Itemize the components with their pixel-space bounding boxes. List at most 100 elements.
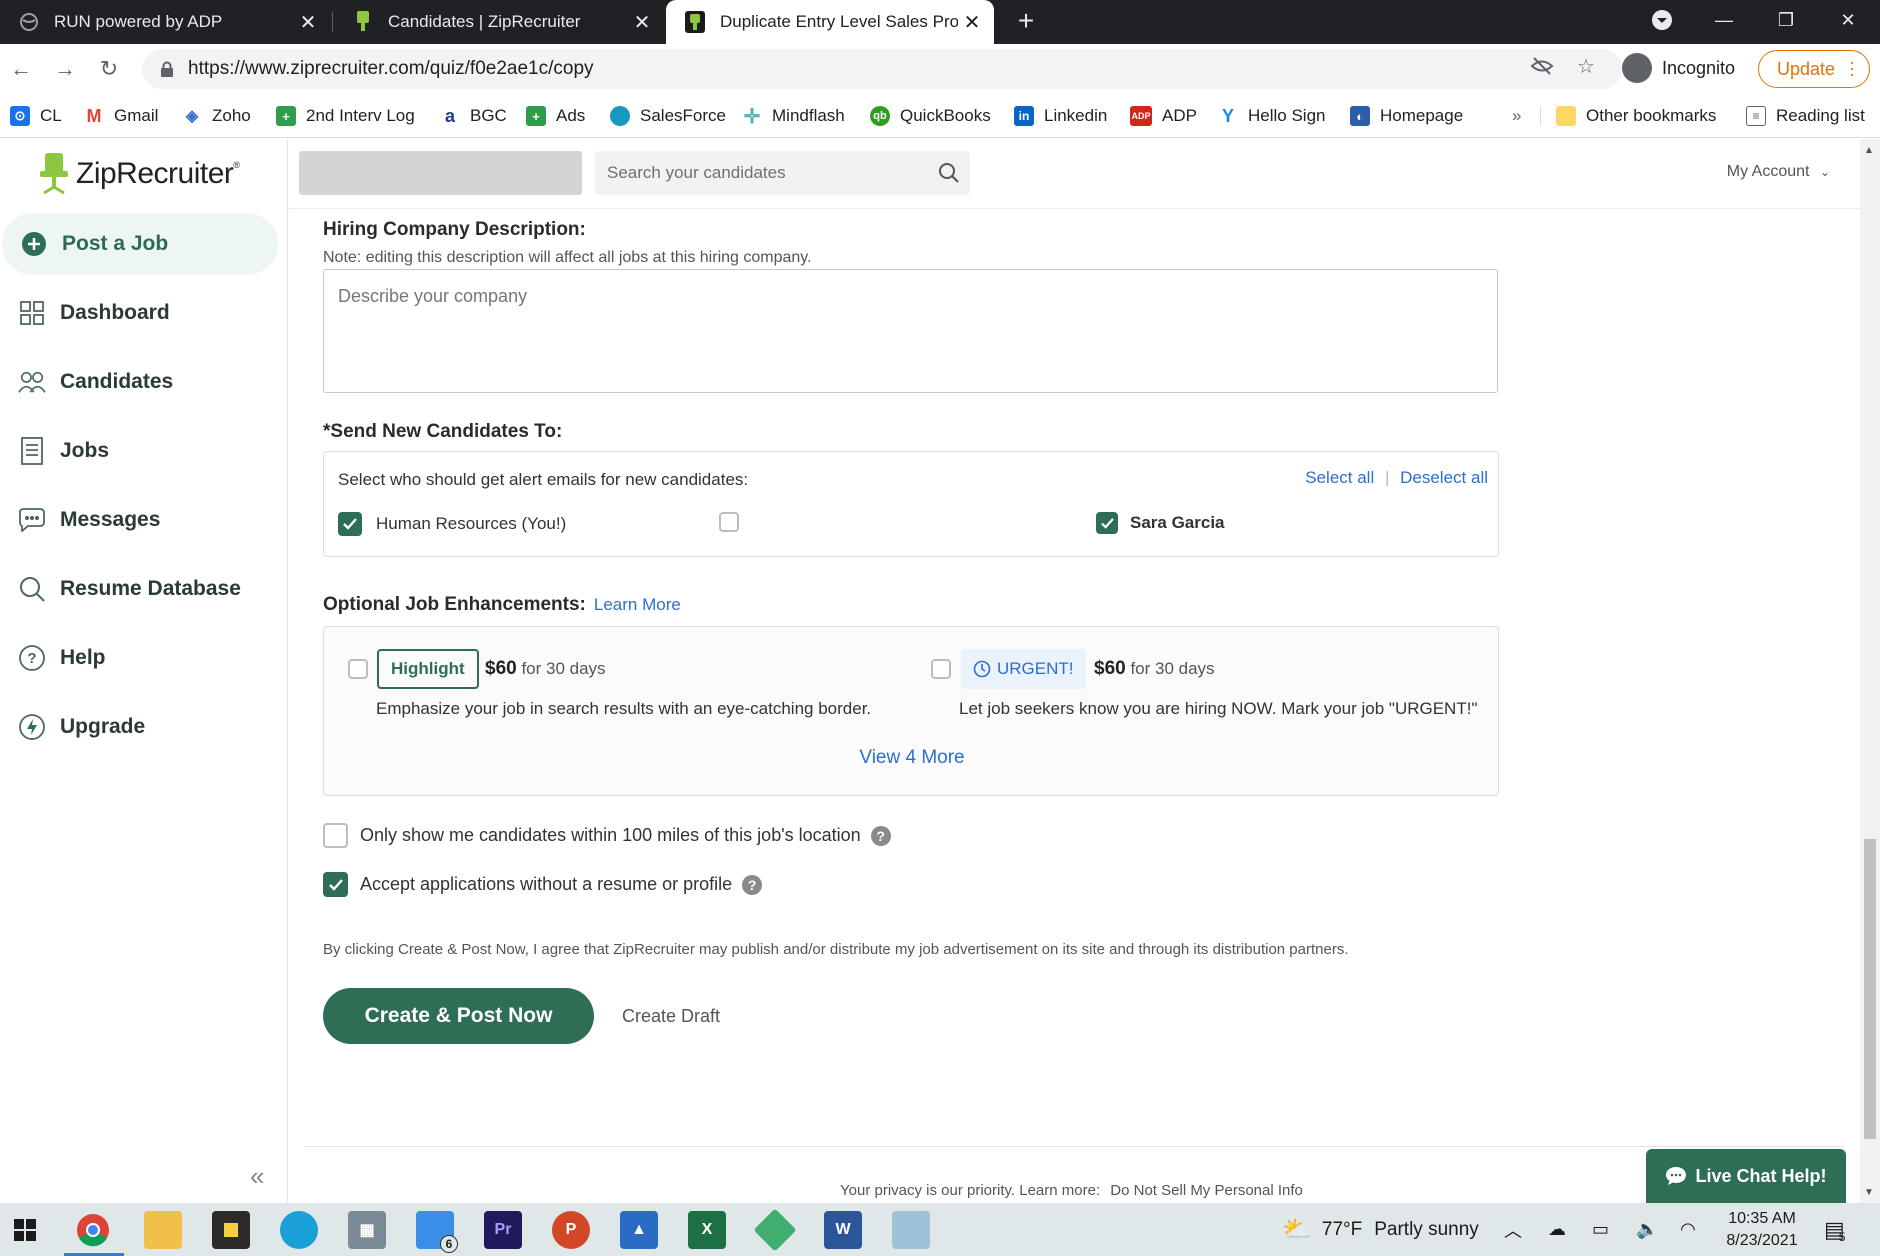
- bookmark-ads[interactable]: + Ads: [526, 104, 585, 128]
- bookmark-cl[interactable]: ⊙ CL: [10, 104, 62, 128]
- checkbox-checked[interactable]: [1096, 512, 1118, 534]
- wifi-icon[interactable]: ◠: [1680, 1203, 1696, 1256]
- view-more-label[interactable]: View 4 More: [859, 747, 964, 768]
- tab-run-adp[interactable]: RUN powered by ADP ✕: [0, 0, 330, 44]
- my-account-menu[interactable]: My Account ⌄: [1727, 163, 1830, 181]
- urgent-checkbox[interactable]: [931, 659, 951, 679]
- bookmark-gmail[interactable]: M Gmail: [84, 104, 158, 128]
- bookmark-bgc[interactable]: a BGC: [440, 104, 507, 128]
- bookmark-hello-sign[interactable]: Y Hello Sign: [1218, 104, 1326, 128]
- live-chat-button[interactable]: Live Chat Help!: [1646, 1149, 1846, 1203]
- distance-checkbox[interactable]: [323, 823, 348, 848]
- sidebar-item-jobs[interactable]: Jobs: [0, 420, 280, 482]
- search-icon[interactable]: [938, 162, 960, 184]
- bookmark-other-bookmarks[interactable]: Other bookmarks: [1556, 104, 1716, 128]
- close-window-icon[interactable]: ✕: [1818, 0, 1878, 40]
- outlook-icon[interactable]: 6: [416, 1211, 458, 1253]
- onedrive-error-icon[interactable]: ☁: [1548, 1203, 1566, 1256]
- premiere-pro-icon[interactable]: Pr: [484, 1211, 522, 1249]
- create-and-post-button[interactable]: Create & Post Now: [323, 988, 594, 1044]
- sidebar-item-messages[interactable]: Messages: [0, 489, 280, 551]
- calculator-icon[interactable]: ▦: [348, 1211, 386, 1249]
- tab-duplicate-job[interactable]: Duplicate Entry Level Sales Profe ✕: [666, 0, 994, 44]
- create-draft-button[interactable]: Create Draft: [622, 1006, 720, 1027]
- do-not-sell-link[interactable]: Do Not Sell My Personal Info: [1110, 1182, 1303, 1199]
- candidate-search[interactable]: [595, 151, 970, 195]
- recipient-human-resources[interactable]: Human Resources (You!): [338, 512, 566, 536]
- close-icon[interactable]: ✕: [294, 8, 322, 36]
- no-resume-checkbox[interactable]: [323, 872, 348, 897]
- help-tooltip-icon[interactable]: ?: [870, 825, 891, 846]
- system-clock[interactable]: 10:35 AM 8/23/2021: [1712, 1208, 1812, 1252]
- collapse-sidebar-icon[interactable]: «: [250, 1161, 264, 1192]
- candidate-search-input[interactable]: [607, 163, 927, 183]
- scroll-down-icon[interactable]: ▼: [1864, 1187, 1874, 1198]
- sidebar-item-resume-database[interactable]: Resume Database: [0, 558, 280, 620]
- bookmark-star-icon[interactable]: ☆: [1574, 54, 1598, 78]
- file-explorer-icon[interactable]: [144, 1211, 182, 1249]
- bookmarks-overflow-icon[interactable]: »: [1512, 104, 1521, 128]
- notifications-icon[interactable]: ▤ 5: [1824, 1203, 1845, 1256]
- company-description-textarea[interactable]: [323, 269, 1498, 393]
- windows-start-icon[interactable]: [6, 1211, 44, 1249]
- photos-icon[interactable]: ▲: [620, 1211, 658, 1249]
- close-icon[interactable]: ✕: [628, 8, 656, 36]
- tracking-protection-icon[interactable]: [1530, 54, 1554, 78]
- checkbox-unchecked[interactable]: [719, 512, 739, 532]
- recipient-sara-garcia[interactable]: Sara Garcia: [1096, 512, 1225, 534]
- highlight-checkbox[interactable]: [348, 659, 368, 679]
- address-bar[interactable]: https://www.ziprecruiter.com/quiz/f0e2ae…: [142, 49, 1622, 89]
- reading-list-button[interactable]: ≡ Reading list: [1746, 104, 1865, 128]
- help-tooltip-icon[interactable]: ?: [742, 874, 763, 895]
- bookmark-homepage[interactable]: ◐ Homepage: [1350, 104, 1463, 128]
- app-diamond-icon[interactable]: [753, 1208, 797, 1252]
- sidebar-item-upgrade[interactable]: Upgrade: [0, 696, 280, 758]
- sidebar-item-help[interactable]: ? Help: [0, 627, 280, 689]
- excel-icon[interactable]: X: [688, 1211, 726, 1249]
- ziprecruiter-favicon-icon: [684, 11, 706, 33]
- forward-icon[interactable]: →: [48, 52, 82, 86]
- option-no-resume[interactable]: Accept applications without a resume or …: [323, 872, 763, 897]
- chrome-icon[interactable]: [74, 1211, 112, 1249]
- bookmark-mindflash[interactable]: ✛ Mindflash: [742, 104, 845, 128]
- weather-widget[interactable]: ⛅ 77°F Partly sunny: [1282, 1203, 1479, 1256]
- select-all-link[interactable]: Select all: [1305, 468, 1374, 487]
- recipient-unnamed[interactable]: [719, 512, 739, 537]
- bookmark-linkedin[interactable]: in Linkedin: [1014, 104, 1107, 128]
- tray-chevron-up-icon[interactable]: ︿: [1504, 1203, 1522, 1256]
- option-distance-filter[interactable]: Only show me candidates within 100 miles…: [323, 823, 891, 848]
- learn-more-link[interactable]: Learn More: [594, 595, 681, 615]
- scroll-up-icon[interactable]: ▲: [1864, 145, 1874, 156]
- tab-search-icon[interactable]: [1632, 0, 1692, 40]
- update-button[interactable]: Update · · ·: [1758, 50, 1870, 88]
- restore-icon[interactable]: ❐: [1756, 0, 1816, 40]
- mindflash-icon: ✛: [742, 105, 762, 128]
- sticky-notes-icon[interactable]: [212, 1211, 250, 1249]
- new-tab-icon[interactable]: +: [1010, 6, 1042, 38]
- reload-icon[interactable]: ↻: [92, 52, 126, 86]
- close-icon[interactable]: ✕: [958, 8, 986, 36]
- tab-candidates[interactable]: Candidates | ZipRecruiter ✕: [334, 0, 664, 44]
- checkbox-checked[interactable]: [338, 512, 362, 536]
- incognito-profile[interactable]: Incognito: [1622, 48, 1735, 88]
- sidebar-item-post-a-job[interactable]: Post a Job: [2, 213, 278, 275]
- bookmark-zoho[interactable]: ◈ Zoho: [182, 104, 251, 128]
- paint-icon[interactable]: [892, 1211, 930, 1249]
- edge-icon[interactable]: [280, 1211, 318, 1249]
- deselect-all-link[interactable]: Deselect all: [1400, 468, 1488, 487]
- volume-icon[interactable]: 🔈: [1636, 1203, 1658, 1256]
- powerpoint-icon[interactable]: P: [552, 1211, 590, 1249]
- sidebar-item-dashboard[interactable]: Dashboard: [0, 282, 280, 344]
- minimize-icon[interactable]: —: [1694, 0, 1754, 40]
- bookmark-salesforce[interactable]: SalesForce: [610, 104, 726, 128]
- ziprecruiter-logo[interactable]: ZipRecruiter ®: [40, 153, 240, 195]
- bookmark-adp[interactable]: ADP ADP: [1130, 104, 1197, 128]
- sidebar-item-candidates[interactable]: Candidates: [0, 351, 280, 413]
- scrollbar-thumb[interactable]: [1864, 839, 1876, 1139]
- page-scrollbar[interactable]: ▲ ▼: [1860, 139, 1880, 1203]
- battery-icon[interactable]: ▭: [1592, 1203, 1609, 1256]
- bookmark-quickbooks[interactable]: qb QuickBooks: [870, 104, 991, 128]
- word-icon[interactable]: W: [824, 1211, 862, 1249]
- bookmark-2nd-interv-log[interactable]: +2nd Interv Log: [276, 104, 415, 128]
- back-icon[interactable]: ←: [4, 52, 38, 86]
